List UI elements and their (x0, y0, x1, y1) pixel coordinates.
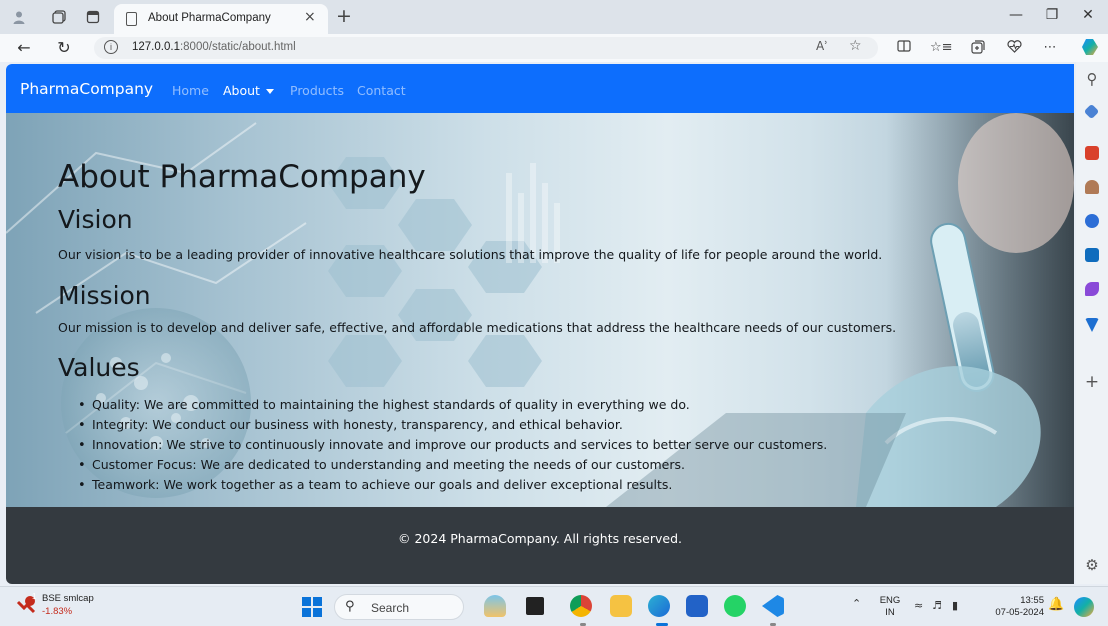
dropdown-caret-icon (265, 89, 274, 94)
shopping-icon[interactable] (1085, 146, 1099, 160)
search-icon: ⚲ (345, 599, 355, 614)
windows-start-icon[interactable] (302, 597, 322, 617)
microsoft-store-icon[interactable] (686, 595, 708, 617)
page-viewport: PharmaCompany Home About Products Contac… (6, 64, 1074, 584)
chrome-icon[interactable] (570, 595, 592, 617)
site-info-icon[interactable]: i (104, 40, 118, 54)
page-icon (126, 12, 137, 26)
file-explorer-icon[interactable] (610, 595, 632, 617)
search-icon[interactable]: ⚲ (1084, 70, 1100, 88)
battery-icon[interactable]: ▮ (952, 599, 958, 612)
outlook-icon[interactable] (1085, 248, 1099, 262)
nav-link-about[interactable]: About (223, 83, 274, 98)
values-list: Quality: We are committed to maintaining… (78, 395, 827, 495)
read-aloud-icon[interactable]: Aʾ (816, 39, 828, 53)
wifi-icon[interactable]: ≈ (914, 599, 923, 612)
new-tab-button[interactable]: + (336, 5, 352, 27)
list-item: Innovation: We strive to continuously in… (78, 435, 827, 455)
navbar-brand[interactable]: PharmaCompany (20, 80, 153, 98)
more-icon[interactable]: ⋯ (1040, 40, 1060, 55)
minimize-button[interactable]: — (1006, 7, 1026, 23)
site-navbar: PharmaCompany Home About Products Contac… (6, 64, 1074, 113)
page-title: About PharmaCompany (58, 159, 426, 195)
lang-bottom[interactable]: IN (876, 607, 904, 618)
nav-link-home[interactable]: Home (172, 83, 209, 98)
browser-essentials-icon[interactable] (1004, 40, 1024, 57)
clock-date[interactable]: 07-05-2024 (980, 607, 1044, 618)
close-window-button[interactable]: ✕ (1078, 7, 1098, 23)
collections-icon[interactable] (968, 40, 988, 58)
list-item: Customer Focus: We are dedicated to unde… (78, 455, 827, 475)
tab-title: About PharmaCompany (148, 12, 271, 24)
workspaces-icon[interactable] (50, 8, 68, 26)
weather-widget-icon[interactable] (484, 595, 506, 617)
games-icon[interactable] (1085, 180, 1099, 194)
settings-icon[interactable]: ⚙ (1084, 556, 1100, 574)
clock-time[interactable]: 13:55 (1000, 595, 1044, 606)
refresh-icon[interactable]: ↻ (54, 38, 74, 57)
values-heading: Values (58, 353, 140, 382)
volume-icon[interactable]: ♬ (932, 599, 942, 612)
search-placeholder: Search (371, 601, 410, 615)
mission-text: Our mission is to develop and deliver sa… (58, 320, 897, 335)
tab-close-button[interactable]: × (304, 9, 316, 25)
restore-button[interactable]: ❐ (1042, 7, 1062, 23)
tab-about[interactable]: About PharmaCompany × (114, 4, 328, 34)
tab-actions-icon[interactable] (84, 8, 102, 26)
whatsapp-icon[interactable] (724, 595, 746, 617)
designer-icon[interactable] (1085, 282, 1099, 296)
split-screen-icon[interactable] (894, 40, 914, 56)
telegram-icon[interactable] (1085, 318, 1099, 332)
browser-sidebar: ⚲ + ⚙ (1076, 62, 1108, 584)
stock-badge: 1 (32, 592, 37, 601)
url-host: 127.0.0.1 (132, 41, 180, 53)
list-item: Integrity: We conduct our business with … (78, 415, 827, 435)
copilot-icon[interactable] (1080, 37, 1100, 61)
favorite-icon[interactable]: ☆ (849, 38, 862, 54)
tag-icon[interactable] (1083, 103, 1100, 120)
vision-heading: Vision (58, 205, 133, 234)
list-item: Quality: We are committed to maintaining… (78, 395, 827, 415)
stock-change: -1.83% (42, 606, 73, 617)
profile-icon[interactable] (10, 8, 28, 26)
mission-heading: Mission (58, 281, 151, 310)
add-icon[interactable]: + (1084, 372, 1100, 392)
about-hero: About PharmaCompany Vision Our vision is… (6, 113, 1074, 507)
browser-title-bar: About PharmaCompany × + — ❐ ✕ (0, 0, 1108, 34)
nav-link-contact[interactable]: Contact (357, 83, 406, 98)
notification-bell-icon[interactable]: 🔔 (1048, 597, 1064, 612)
stock-name[interactable]: BSE smlcap (42, 593, 94, 604)
edge-icon[interactable] (648, 595, 670, 617)
vision-text: Our vision is to be a leading provider o… (58, 247, 883, 262)
nav-about-label: About (223, 83, 260, 98)
vscode-icon[interactable] (762, 595, 784, 617)
taskbar-search[interactable]: ⚲ Search (334, 594, 464, 620)
list-item: Teamwork: We work together as a team to … (78, 475, 827, 495)
url-bar[interactable]: i 127.0.0.1:8000/static/about.html Aʾ ☆ (94, 37, 878, 59)
chevron-up-icon[interactable]: ⌃ (852, 597, 861, 610)
copyright-text: © 2024 PharmaCompany. All rights reserve… (398, 531, 682, 546)
microsoft-365-icon[interactable] (1085, 214, 1099, 228)
nav-link-products[interactable]: Products (290, 83, 344, 98)
site-footer: © 2024 PharmaCompany. All rights reserve… (6, 507, 1074, 584)
windows-taskbar: 1 BSE smlcap -1.83% ⚲ Search ⌃ ENG IN ≈ … (0, 586, 1108, 626)
favorites-icon[interactable]: ☆≡ (930, 40, 953, 55)
url-path: :8000/static/about.html (179, 41, 296, 53)
url-text[interactable]: 127.0.0.1:8000/static/about.html (132, 41, 296, 53)
task-view-icon[interactable] (526, 597, 544, 615)
address-toolbar: ← ↻ i 127.0.0.1:8000/static/about.html A… (0, 34, 1108, 62)
lang-top[interactable]: ENG (876, 595, 904, 606)
back-icon[interactable]: ← (14, 38, 34, 57)
copilot-taskbar-icon[interactable] (1074, 597, 1094, 617)
